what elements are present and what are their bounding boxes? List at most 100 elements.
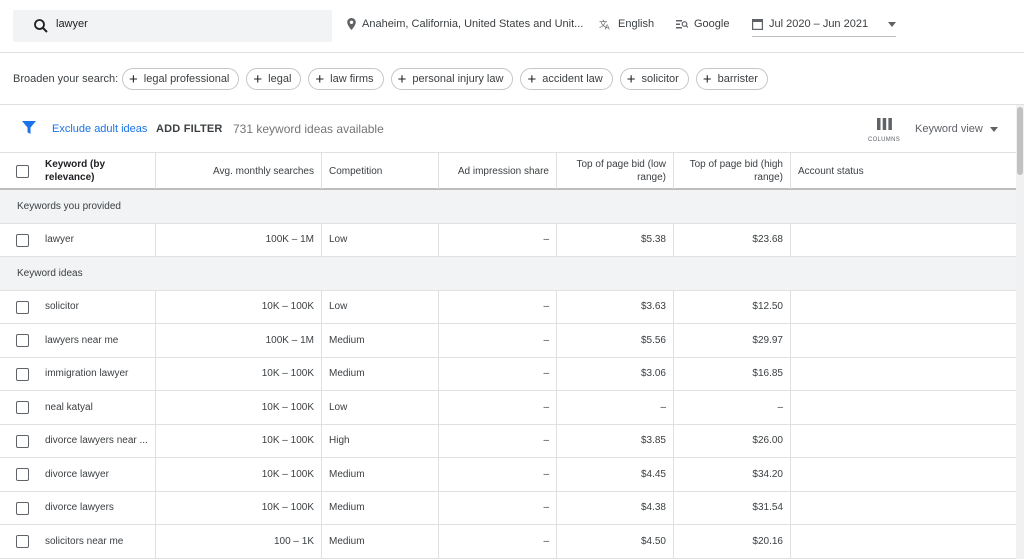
add-filter-button[interactable]: ADD FILTER <box>156 123 223 135</box>
search-input[interactable]: lawyer <box>56 18 88 30</box>
cell-keyword: divorce lawyer <box>38 458 156 491</box>
cell-bid-low: $5.56 <box>557 324 674 357</box>
chip-barrister[interactable]: + barrister <box>695 68 768 90</box>
row-checkbox[interactable] <box>16 401 29 414</box>
header-account-status[interactable]: Account status <box>791 153 1016 189</box>
network-selector[interactable]: Google <box>676 18 729 30</box>
broaden-search-bar: Broaden your search: + legal professional… <box>0 53 1024 105</box>
language-selector[interactable]: 文A English <box>599 18 654 30</box>
cell-avg-searches: 100K – 1M <box>156 324 322 357</box>
exclude-adult-ideas-link[interactable]: Exclude adult ideas <box>52 123 147 135</box>
cell-competition: Medium <box>322 357 439 390</box>
cell-impression-share: – <box>439 424 557 457</box>
row-checkbox[interactable] <box>16 300 29 314</box>
header-competition[interactable]: Competition <box>322 153 439 189</box>
chip-label: accident law <box>542 73 603 85</box>
cell-bid-low: $5.38 <box>557 223 674 256</box>
cell-keyword: lawyers near me <box>38 324 156 357</box>
columns-button[interactable]: COLUMNS <box>866 117 902 143</box>
chip-accident-law[interactable]: + accident law <box>520 68 613 90</box>
table-row[interactable]: lawyers near me 100K – 1M Medium – $5.56… <box>0 324 1016 358</box>
cell-account-status <box>791 291 1016 324</box>
table-row[interactable]: lawyer 100K – 1M Low – $5.38 $23.68 <box>0 223 1016 257</box>
row-checkbox[interactable] <box>16 501 29 515</box>
location-selector[interactable]: Anaheim, California, United States and U… <box>347 18 583 30</box>
network-label: Google <box>694 18 730 30</box>
cell-avg-searches: 10K – 100K <box>156 391 322 424</box>
header-bid-high[interactable]: Top of page bid (high range) <box>674 153 791 189</box>
cell-keyword: solicitor <box>38 290 156 323</box>
header-keyword[interactable]: Keyword (by relevance) <box>38 153 156 189</box>
row-checkbox[interactable] <box>16 468 29 481</box>
table-row[interactable]: immigration lawyer 10K – 100K Medium – $… <box>0 357 1016 391</box>
cell-keyword: immigration lawyer <box>38 357 156 390</box>
chip-legal-professional[interactable]: + legal professional <box>122 68 240 90</box>
select-all-checkbox[interactable] <box>16 165 29 178</box>
chip-label: legal professional <box>143 73 230 85</box>
row-checkbox[interactable] <box>16 233 29 247</box>
cell-account-status <box>791 391 1016 424</box>
cell-avg-searches: 10K – 100K <box>156 424 322 457</box>
cell-keyword: solicitors near me <box>38 525 156 558</box>
cell-account-status <box>791 224 1016 257</box>
cell-keyword: lawyer <box>38 223 156 256</box>
row-checkbox[interactable] <box>16 535 29 548</box>
chip-legal[interactable]: + legal <box>246 68 302 90</box>
cell-bid-low: – <box>557 391 674 424</box>
chevron-down-icon <box>888 21 896 27</box>
calendar-icon <box>752 19 763 30</box>
cell-avg-searches: 10K – 100K <box>156 357 322 390</box>
filter-icon[interactable] <box>22 121 36 134</box>
cell-account-status <box>791 525 1016 558</box>
cell-competition: Low <box>322 223 439 256</box>
broaden-chips: + legal professional + legal + law firms + p… <box>122 68 775 90</box>
cell-bid-high: $20.16 <box>674 525 791 558</box>
group-label: Keywords you provided <box>17 201 121 212</box>
search-icon <box>34 19 48 33</box>
row-checkbox[interactable] <box>16 434 29 448</box>
date-range-selector[interactable]: Jul 2020 – Jun 2021 <box>752 18 896 37</box>
header-bid-low[interactable]: Top of page bid (low range) <box>557 153 674 189</box>
cell-competition: Low <box>322 391 439 424</box>
chip-personal-injury-law[interactable]: + personal injury law <box>390 68 514 90</box>
keyword-view-dropdown[interactable]: Keyword view <box>915 123 998 135</box>
row-checkbox[interactable] <box>16 334 29 347</box>
table-row[interactable]: neal katyal 10K – 100K Low – – – <box>0 391 1016 425</box>
search-box[interactable]: lawyer <box>13 10 332 42</box>
chip-label: legal <box>268 73 292 85</box>
cell-impression-share: – <box>439 525 557 558</box>
chip-label: solicitor <box>641 73 679 85</box>
table-row[interactable]: divorce lawyers near ... 10K – 100K High… <box>0 424 1016 458</box>
table-row[interactable]: divorce lawyer 10K – 100K Medium – $4.45… <box>0 458 1016 492</box>
keyword-view-label: Keyword view <box>915 123 983 135</box>
cell-competition: Medium <box>322 324 439 357</box>
cell-account-status <box>791 425 1016 458</box>
vertical-scrollbar[interactable] <box>1016 105 1024 559</box>
cell-bid-high: – <box>674 391 791 424</box>
cell-keyword: divorce lawyers near ... <box>38 424 156 457</box>
table-row[interactable]: solicitor 10K – 100K Low – $3.63 $12.50 <box>0 290 1016 324</box>
cell-impression-share: – <box>439 391 557 424</box>
chip-label: barrister <box>717 73 758 85</box>
cell-account-status <box>791 492 1016 525</box>
cell-bid-high: $12.50 <box>674 290 791 323</box>
row-checkbox[interactable] <box>16 367 29 381</box>
chip-law-firms[interactable]: + law firms <box>308 68 384 90</box>
header-avg-searches[interactable]: Avg. monthly searches <box>156 153 322 189</box>
cell-bid-low: $3.85 <box>557 424 674 457</box>
plus-icon: + <box>129 70 138 88</box>
scrollbar-thumb[interactable] <box>1017 107 1023 175</box>
columns-icon <box>876 118 892 130</box>
cell-account-status <box>791 458 1016 491</box>
header-impression-share[interactable]: Ad impression share <box>439 153 557 189</box>
date-range-label: Jul 2020 – Jun 2021 <box>769 18 869 30</box>
table-row[interactable]: divorce lawyers 10K – 100K Medium – $4.3… <box>0 491 1016 525</box>
cell-competition: Low <box>322 290 439 323</box>
group-header-provided: Keywords you provided <box>0 190 1016 224</box>
chip-solicitor[interactable]: + solicitor <box>619 68 689 90</box>
cell-avg-searches: 10K – 100K <box>156 458 322 491</box>
table-row[interactable]: solicitors near me 100 – 1K Medium – $4.… <box>0 525 1016 559</box>
location-label: Anaheim, California, United States and U… <box>362 18 584 30</box>
cell-impression-share: – <box>439 491 557 524</box>
cell-competition: Medium <box>322 458 439 491</box>
